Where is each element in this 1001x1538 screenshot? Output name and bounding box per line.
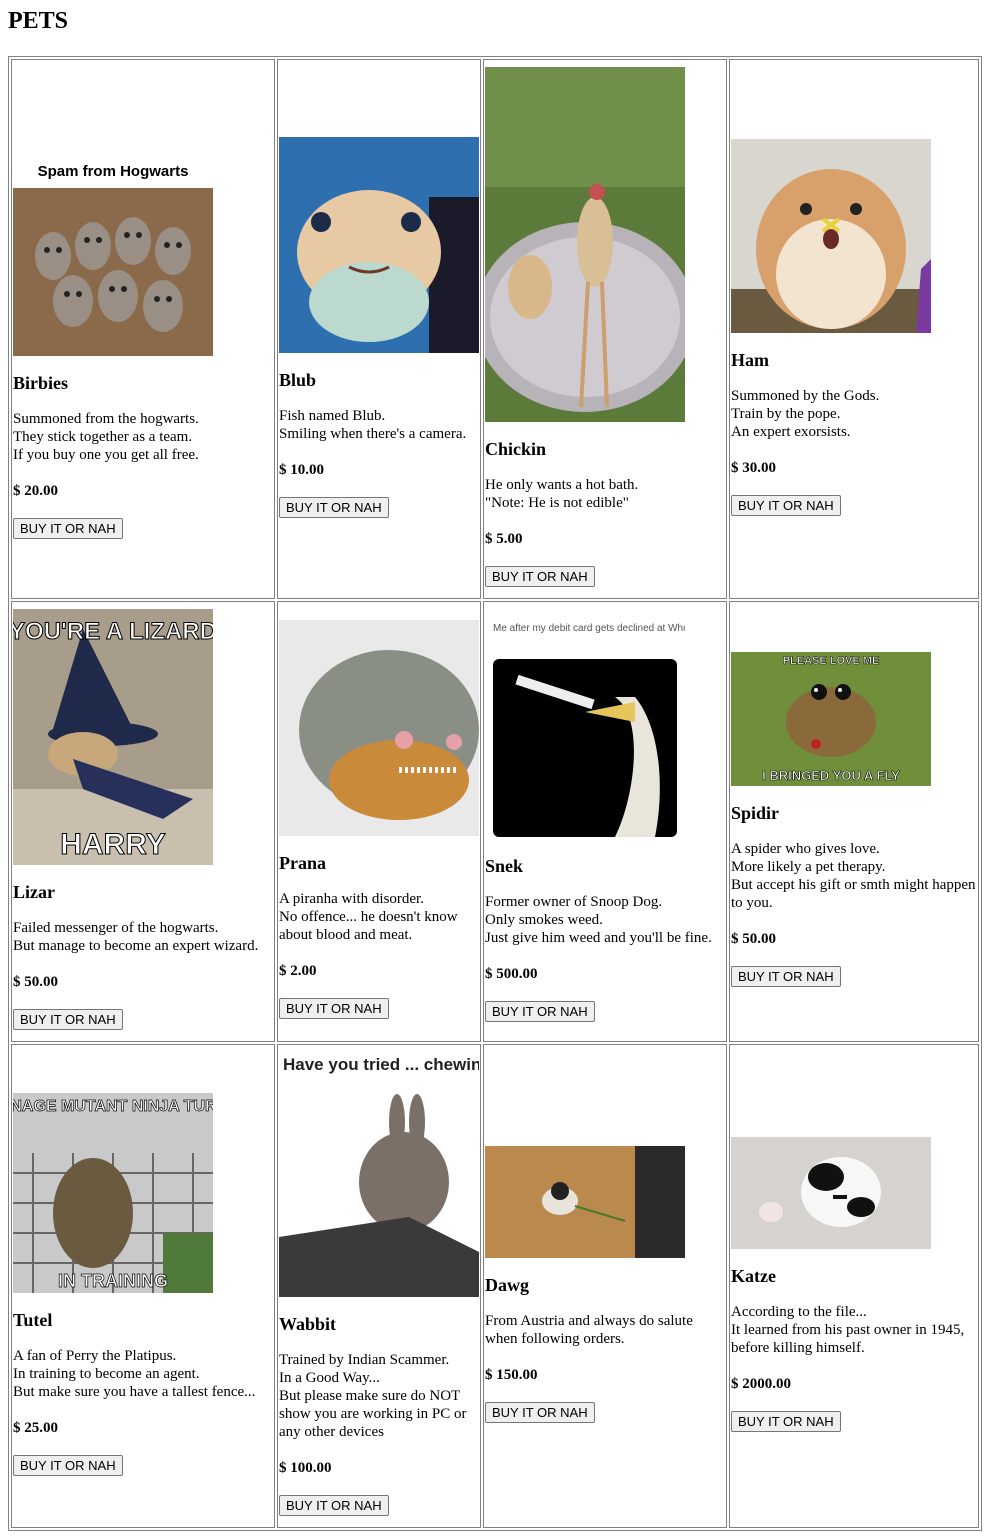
buy-button-blub[interactable]: BUY IT OR NAH (279, 496, 389, 518)
pet-name: Dawg (485, 1274, 529, 1295)
pet-price: $ 25.00 (13, 1419, 58, 1436)
pet-cell: Prana A piranha with disorder. No offenc… (277, 601, 481, 1042)
buy-button-spidir[interactable]: BUY IT OR NAH (731, 966, 841, 987)
pet-name: Ham (731, 349, 769, 370)
pet-cell: PLEASE LOVE ME I BRINGED YOU A FLY Spidi… (729, 601, 979, 1042)
pet-cell: Katze According to the file... It learne… (729, 1044, 979, 1528)
pet-price: $ 2000.00 (731, 1375, 791, 1392)
pet-image-ham (731, 138, 931, 333)
image-caption: Me after my debit card gets declined at … (493, 623, 685, 634)
pet-name: Prana (279, 853, 326, 873)
table-row: YOU'RE A LIZARD HARRY Lizar Failed messe… (11, 601, 979, 1042)
pet-description: He only wants a hot bath. "Note: He is n… (485, 477, 639, 511)
pet-price: $ 50.00 (13, 974, 58, 990)
pet-name: Birbies (13, 372, 69, 393)
pet-image-katze (731, 1136, 931, 1249)
pet-cell: YOU'RE A LIZARD HARRY Lizar Failed messe… (11, 601, 275, 1042)
pet-cell: Blub Fish named Blub. Smiling when there… (277, 59, 481, 599)
pet-cell: Have you tried ... chewing on the cable?… (277, 1044, 481, 1528)
image-caption: Spam from Hogwarts (38, 163, 189, 180)
table-row: TEENAGE MUTANT NINJA TURTLE IN TRAINING … (11, 1044, 979, 1528)
pet-image-spidir: PLEASE LOVE ME I BRINGED YOU A FLY (731, 652, 931, 786)
pet-name: Spidir (731, 803, 780, 823)
pet-description: Summoned by the Gods. Train by the pope.… (731, 387, 880, 440)
buy-button-prana[interactable]: BUY IT OR NAH (279, 998, 389, 1019)
pet-description: Failed messenger of the hogwarts. But ma… (13, 920, 259, 954)
pet-description: A piranha with disorder. No offence... h… (279, 891, 458, 943)
buy-button-dawg[interactable]: BUY IT OR NAH (485, 1401, 595, 1423)
pet-cell: Ham Summoned by the Gods. Train by the p… (729, 59, 979, 599)
pet-image-prana (279, 620, 479, 836)
meme-top-text: PLEASE LOVE ME (783, 655, 880, 667)
pet-price: $ 10.00 (279, 461, 324, 478)
buy-button-tutel[interactable]: BUY IT OR NAH (13, 1454, 123, 1476)
pet-image-blub (279, 136, 479, 353)
pet-name: Wabbit (279, 1314, 337, 1334)
buy-button-wabbit[interactable]: BUY IT OR NAH (279, 1495, 389, 1516)
buy-button-ham[interactable]: BUY IT OR NAH (731, 494, 841, 516)
buy-button-katze[interactable]: BUY IT OR NAH (731, 1410, 841, 1432)
pet-description: A fan of Perry the Platipus. In training… (13, 1347, 256, 1400)
pet-description: Fish named Blub. Smiling when there's a … (279, 407, 467, 442)
pet-description: From Austria and always do salute when f… (485, 1312, 693, 1347)
buy-button-lizar[interactable]: BUY IT OR NAH (13, 1009, 123, 1030)
pets-table: Spam from Hogwarts Birbies Summoned from… (8, 56, 982, 1531)
pet-image-snek: Me after my debit card gets declined at … (485, 617, 685, 839)
pet-name: Snek (485, 856, 524, 876)
pet-description: Trained by Indian Scammer. In a Good Way… (279, 1352, 467, 1440)
pet-description: According to the file... It learned from… (731, 1303, 965, 1356)
pet-price: $ 30.00 (731, 459, 776, 476)
pet-price: $ 150.00 (485, 1366, 538, 1383)
pet-price: $ 100.00 (279, 1460, 332, 1476)
pet-image-wabbit: Have you tried ... chewing on the cable? (279, 1052, 479, 1297)
pet-description: A spider who gives love. More likely a p… (731, 841, 976, 911)
pet-name: Lizar (13, 882, 55, 902)
page-title: PETS (8, 8, 69, 34)
pet-image-chickin (485, 67, 685, 422)
pet-cell: TEENAGE MUTANT NINJA TURTLE IN TRAINING … (11, 1044, 275, 1528)
pet-cell: Chickin He only wants a hot bath. "Note:… (483, 59, 727, 599)
pet-description: Former owner of Snoop Dog. Only smokes w… (485, 894, 712, 946)
meme-top-text: TEENAGE MUTANT NINJA TURTLE (13, 1098, 213, 1115)
pet-name: Tutel (13, 1309, 53, 1330)
meme-bottom-text: IN TRAINING (58, 1271, 168, 1291)
pet-description: Summoned from the hogwarts. They stick t… (13, 410, 199, 463)
buy-button-snek[interactable]: BUY IT OR NAH (485, 1001, 595, 1022)
pet-price: $ 50.00 (731, 931, 776, 947)
pet-price: $ 2.00 (279, 963, 317, 979)
pet-image-birbies: Spam from Hogwarts (13, 115, 213, 356)
buy-button-birbies[interactable]: BUY IT OR NAH (13, 517, 123, 539)
meme-top-text: YOU'RE A LIZARD (13, 618, 213, 645)
pet-cell: Me after my debit card gets declined at … (483, 601, 727, 1042)
table-row: Spam from Hogwarts Birbies Summoned from… (11, 59, 979, 599)
pet-name: Katze (731, 1265, 776, 1286)
pet-cell: Dawg From Austria and always do salute w… (483, 1044, 727, 1528)
pet-image-tutel: TEENAGE MUTANT NINJA TURTLE IN TRAINING (13, 1092, 213, 1293)
pet-price: $ 500.00 (485, 966, 538, 982)
pet-image-dawg (485, 1145, 685, 1258)
pet-cell: Spam from Hogwarts Birbies Summoned from… (11, 59, 275, 599)
pet-image-lizar: YOU'RE A LIZARD HARRY (13, 609, 213, 865)
pet-price: $ 5.00 (485, 531, 523, 547)
buy-button-chickin[interactable]: BUY IT OR NAH (485, 566, 595, 587)
meme-bottom-text: I BRINGED YOU A FLY (762, 768, 900, 783)
pet-name: Blub (279, 369, 317, 390)
meme-bottom-text: HARRY (60, 828, 166, 861)
pet-name: Chickin (485, 439, 547, 459)
pet-price: $ 20.00 (13, 482, 58, 499)
image-caption: Have you tried ... chewing on the cable? (283, 1055, 479, 1074)
